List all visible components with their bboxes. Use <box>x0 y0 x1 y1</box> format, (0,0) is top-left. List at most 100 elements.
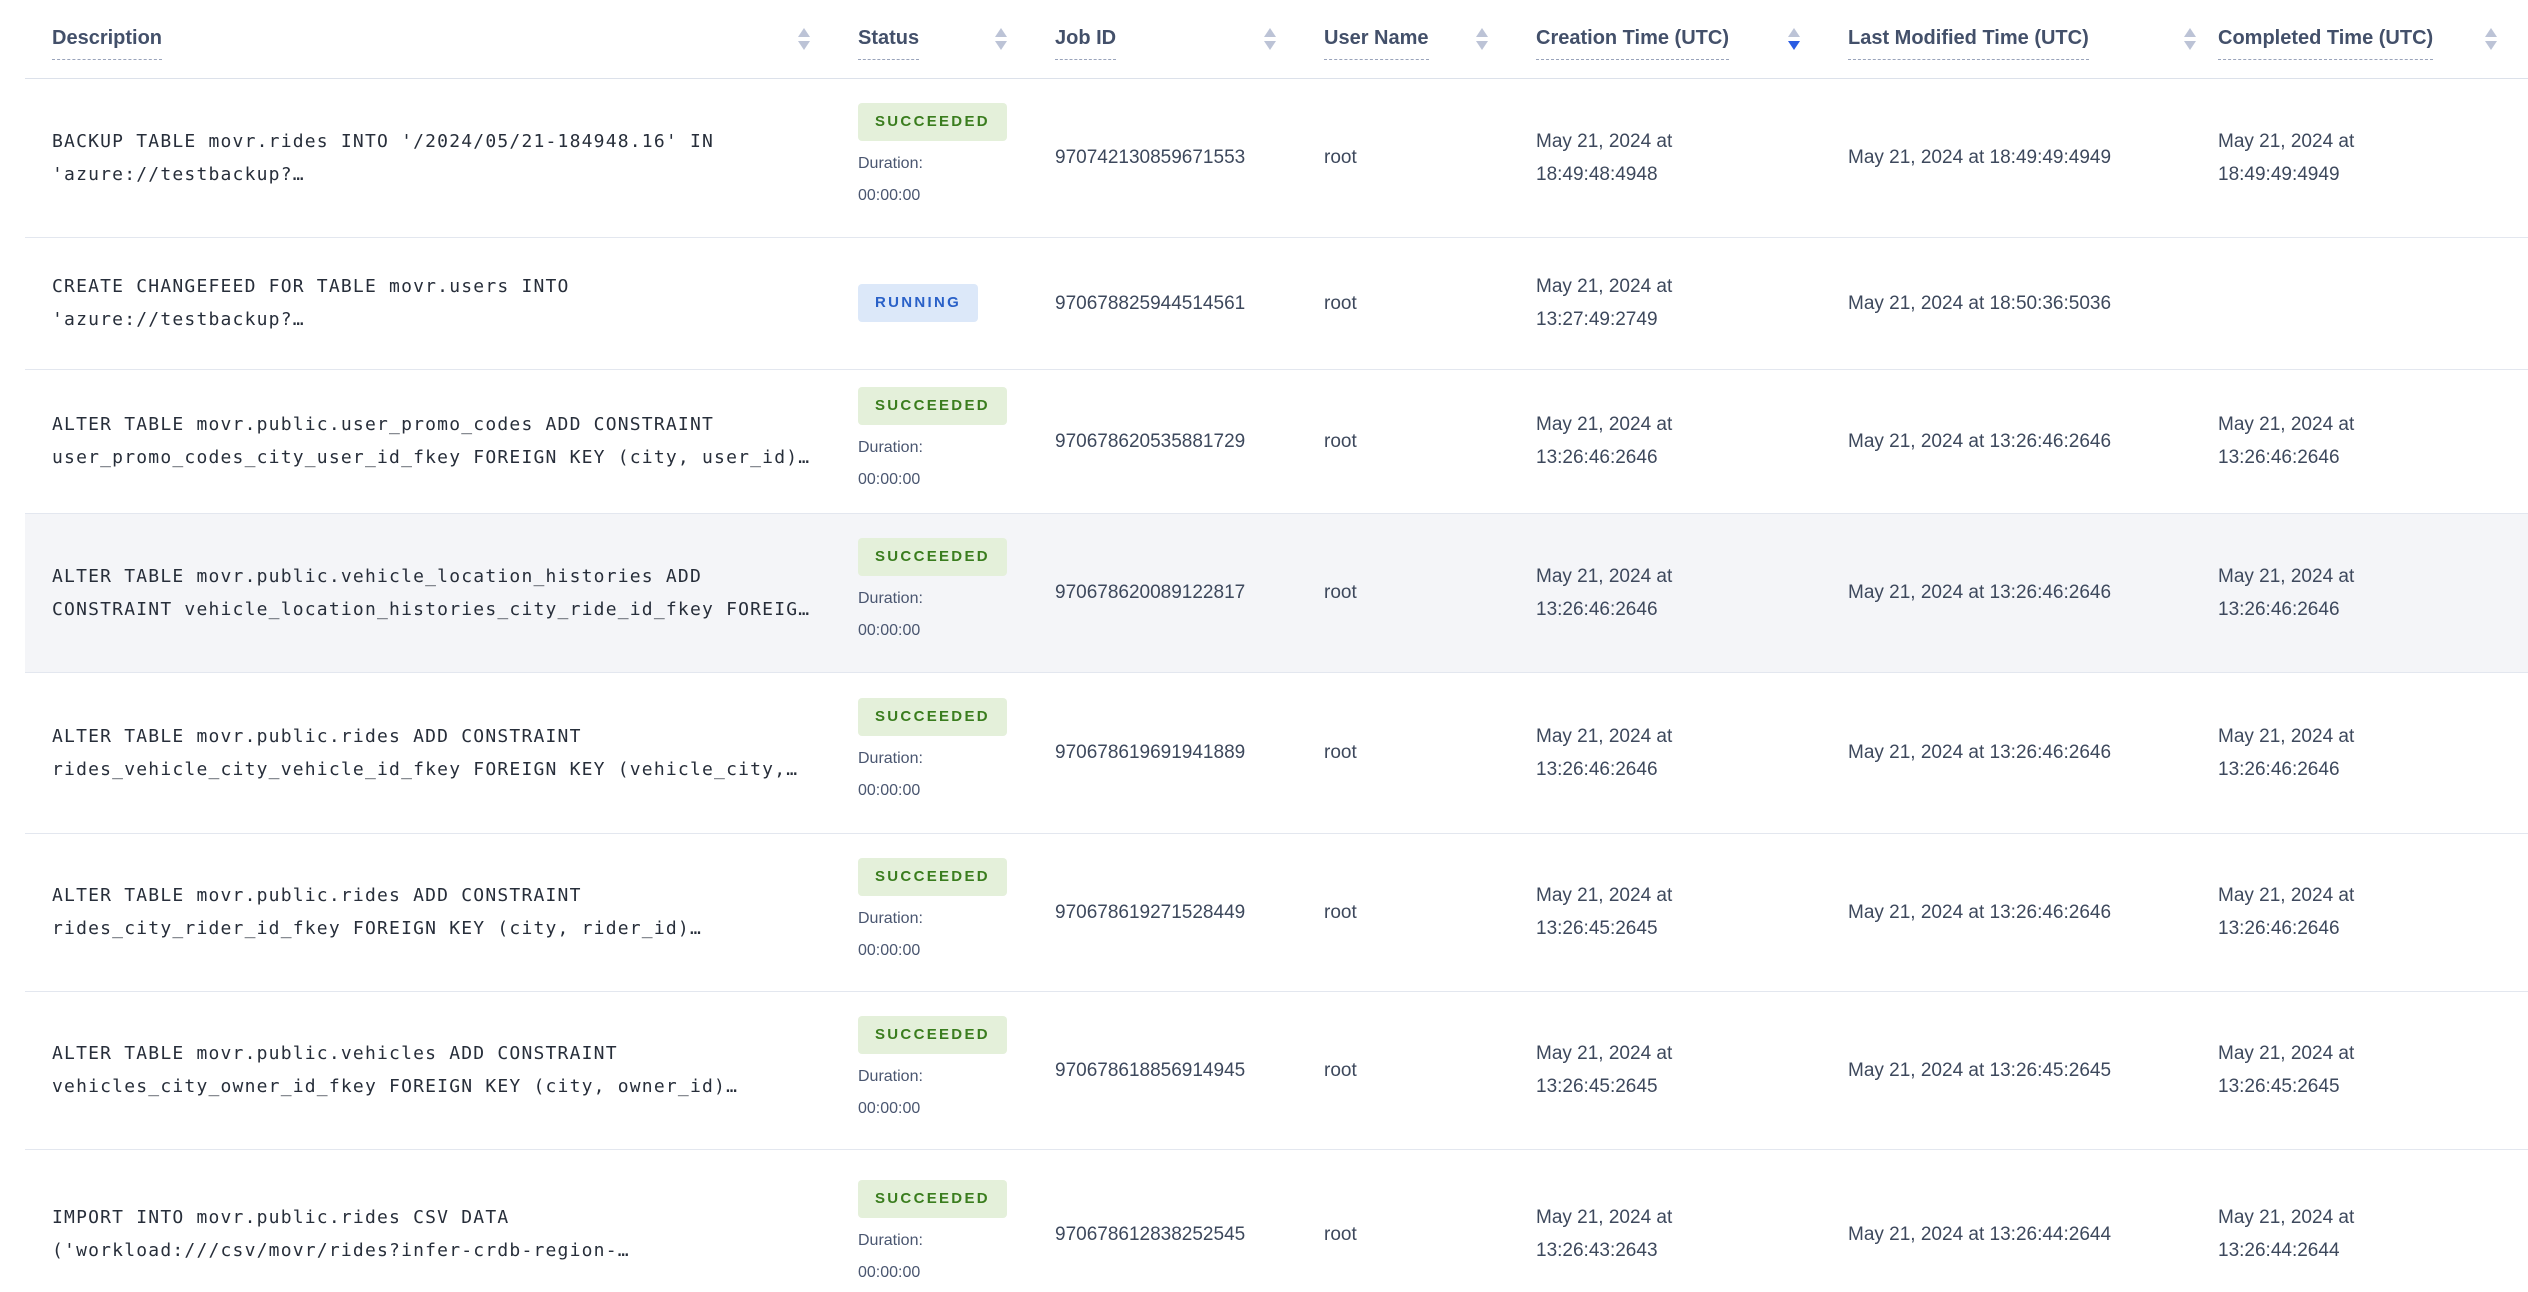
sort-ascending-icon[interactable] <box>2485 27 2497 37</box>
status-cell: SUCCEEDED Duration: 00:00:00 <box>858 833 1055 992</box>
creation-time-line-1: May 21, 2024 at <box>1536 130 1673 152</box>
column-header-user-name[interactable]: User Name <box>1324 0 1536 79</box>
column-label-job-id[interactable]: Job ID <box>1055 27 1117 61</box>
description-line-1: IMPORT INTO movr.public.rides CSV DATA <box>52 1207 510 1228</box>
job-id-cell: 970742130859671553 <box>1055 78 1324 238</box>
last-modified-time-value: May 21, 2024 at 13:26:44:2644 <box>1848 1223 2112 1245</box>
description-line-2: 'azure://testbackup?… <box>52 163 305 185</box>
user-name-value: root <box>1324 430 1357 452</box>
creation-time-line-1: May 21, 2024 at <box>1536 414 1673 435</box>
user-name-cell: root <box>1324 991 1536 1150</box>
duration-block: Duration: 00:00:00 <box>858 1061 1055 1125</box>
status-cell: SUCCEEDED Duration: 00:00:00 <box>858 672 1055 834</box>
job-id-value: 970678612838252545 <box>1055 1223 1246 1245</box>
job-id-cell: 970678612838252545 <box>1055 1149 1324 1292</box>
creation-time-cell: May 21, 2024 at 13:26:43:2643 <box>1536 1149 1848 1292</box>
column-header-last-modified-time[interactable]: Last Modified Time (UTC) <box>1848 0 2218 79</box>
sort-control[interactable] <box>1264 27 1276 50</box>
description-line-2: 'azure://testbackup?… <box>52 309 305 330</box>
sort-ascending-icon[interactable] <box>798 27 810 37</box>
completed-time-cell: May 21, 2024 at 13:26:46:2646 <box>2218 369 2528 514</box>
sort-descending-icon[interactable] <box>2485 40 2497 50</box>
column-label-last-modified-time[interactable]: Last Modified Time (UTC) <box>1848 27 2089 61</box>
column-header-description[interactable]: Description <box>25 0 858 79</box>
completed-time-line-1: May 21, 2024 at <box>2218 565 2355 587</box>
job-row: CREATE CHANGEFEED FOR TABLE movr.users I… <box>25 237 2528 370</box>
completed-time-cell: May 21, 2024 at 13:26:46:2646 <box>2218 672 2528 834</box>
column-label-completed-time[interactable]: Completed Time (UTC) <box>2218 27 2434 61</box>
job-id-value: 970742130859671553 <box>1055 147 1246 168</box>
duration-block: Duration: 00:00:00 <box>858 432 1055 496</box>
completed-time-line-1: May 21, 2024 at <box>2218 725 2355 747</box>
sort-ascending-icon[interactable] <box>1476 27 1488 37</box>
description-cell: CREATE CHANGEFEED FOR TABLE movr.users I… <box>25 237 858 370</box>
duration-label: Duration: <box>858 909 923 927</box>
description-line-1: BACKUP TABLE movr.rides INTO '/2024/05/2… <box>52 130 715 152</box>
column-label-creation-time[interactable]: Creation Time (UTC) <box>1536 27 1729 61</box>
creation-time-cell: May 21, 2024 at 13:26:46:2646 <box>1536 369 1848 514</box>
creation-time-line-1: May 21, 2024 at <box>1536 725 1673 747</box>
last-modified-time-cell: May 21, 2024 at 13:26:44:2644 <box>1848 1149 2218 1292</box>
creation-time-cell: May 21, 2024 at 13:26:46:2646 <box>1536 513 1848 673</box>
completed-time-cell: May 21, 2024 at 13:26:44:2644 <box>2218 1149 2528 1292</box>
sort-descending-icon[interactable] <box>1476 40 1488 50</box>
creation-time-cell: May 21, 2024 at 13:27:49:2749 <box>1536 237 1848 370</box>
sort-ascending-icon[interactable] <box>1264 27 1276 37</box>
creation-time-line-2: 13:26:45:2645 <box>1536 918 1658 939</box>
duration-value: 00:00:00 <box>858 941 921 959</box>
creation-time-cell: May 21, 2024 at 13:26:45:2645 <box>1536 833 1848 992</box>
column-label-user-name[interactable]: User Name <box>1324 27 1429 61</box>
sort-ascending-icon[interactable] <box>2184 27 2196 37</box>
job-row: ALTER TABLE movr.public.rides ADD CONSTR… <box>25 672 2528 834</box>
column-header-completed-time[interactable]: Completed Time (UTC) <box>2218 0 2528 79</box>
column-label-status[interactable]: Status <box>858 27 920 61</box>
sort-ascending-icon[interactable] <box>1788 27 1800 37</box>
column-header-job-id[interactable]: Job ID <box>1055 0 1324 79</box>
sort-descending-icon[interactable] <box>798 40 810 50</box>
column-label-description[interactable]: Description <box>52 27 163 61</box>
duration-block: Duration: 00:00:00 <box>858 583 1055 647</box>
duration-value: 00:00:00 <box>858 1099 921 1117</box>
completed-time-line-2: 13:26:46:2646 <box>2218 447 2340 468</box>
sort-descending-icon[interactable] <box>1788 40 1800 50</box>
creation-time-cell: May 21, 2024 at 13:26:45:2645 <box>1536 991 1848 1150</box>
user-name-cell: root <box>1324 833 1536 992</box>
user-name-value: root <box>1324 147 1357 168</box>
column-header-creation-time[interactable]: Creation Time (UTC) <box>1536 0 1848 79</box>
job-row: IMPORT INTO movr.public.rides CSV DATA (… <box>25 1149 2528 1292</box>
duration-block: Duration: 00:00:00 <box>858 903 1055 967</box>
sort-control[interactable] <box>798 27 810 50</box>
last-modified-time-value: May 21, 2024 at 13:26:46:2646 <box>1848 901 2112 923</box>
user-name-value: root <box>1324 1223 1357 1245</box>
description-line-2: user_promo_codes_city_user_id_fkey FOREI… <box>52 447 811 468</box>
last-modified-time-cell: May 21, 2024 at 13:26:46:2646 <box>1848 833 2218 992</box>
sort-ascending-icon[interactable] <box>995 27 1007 37</box>
completed-time-line-2: 13:26:46:2646 <box>2218 598 2340 620</box>
user-name-value: root <box>1324 292 1357 314</box>
completed-time-cell: May 21, 2024 at 18:49:49:4949 <box>2218 78 2528 238</box>
status-badge: RUNNING <box>858 284 979 322</box>
job-id-value: 970678618856914945 <box>1055 1059 1246 1081</box>
job-id-value: 970678620089122817 <box>1055 582 1246 603</box>
sort-descending-icon[interactable] <box>995 40 1007 50</box>
description-cell: ALTER TABLE movr.public.vehicles ADD CON… <box>25 991 858 1150</box>
job-id-value: 970678825944514561 <box>1055 292 1246 314</box>
completed-time-line-1: May 21, 2024 at <box>2218 130 2355 152</box>
duration-block: Duration: 00:00:00 <box>858 743 1055 807</box>
creation-time-line-1: May 21, 2024 at <box>1536 1043 1673 1064</box>
sort-control[interactable] <box>2184 27 2196 50</box>
sort-control[interactable] <box>995 27 1007 50</box>
description-line-2: ('workload:///csv/movr/rides?infer-crdb-… <box>52 1240 630 1261</box>
job-id-value: 970678620535881729 <box>1055 430 1246 452</box>
job-id-cell: 970678620089122817 <box>1055 513 1324 673</box>
description-line-2: CONSTRAINT vehicle_location_histories_ci… <box>52 598 811 620</box>
sort-control[interactable] <box>1788 27 1800 50</box>
duration-value: 00:00:00 <box>858 187 921 204</box>
sort-control[interactable] <box>2485 27 2497 50</box>
creation-time-line-2: 13:27:49:2749 <box>1536 309 1658 330</box>
sort-descending-icon[interactable] <box>1264 40 1276 50</box>
sort-descending-icon[interactable] <box>2184 40 2196 50</box>
last-modified-time-cell: May 21, 2024 at 13:26:46:2646 <box>1848 513 2218 673</box>
column-header-status[interactable]: Status <box>858 0 1055 79</box>
sort-control[interactable] <box>1476 27 1488 50</box>
